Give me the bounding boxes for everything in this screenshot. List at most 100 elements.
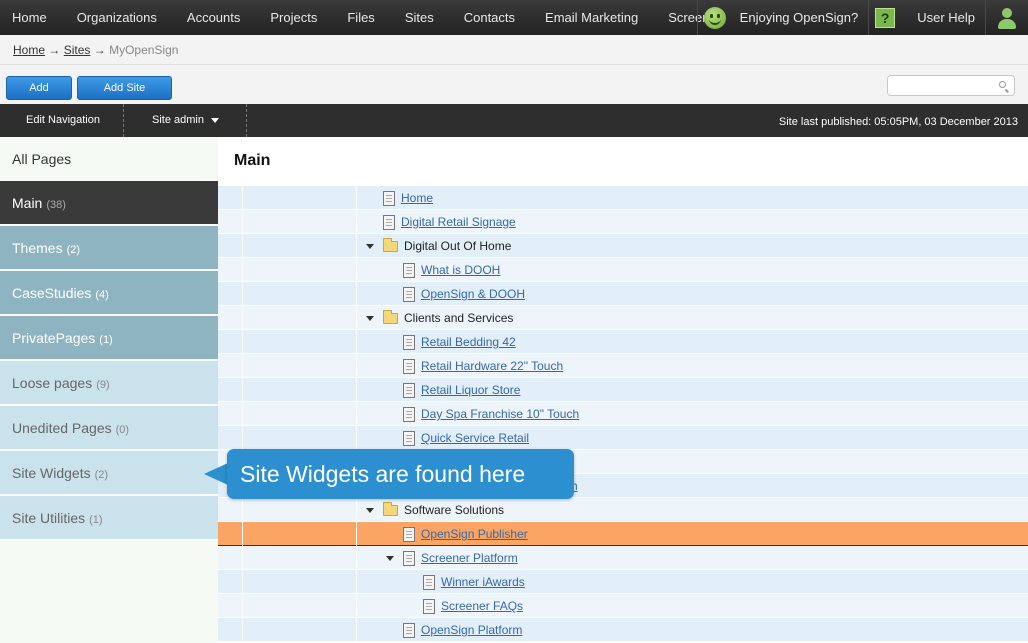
expand-triangle-icon[interactable]	[366, 507, 374, 513]
sidebar-item-all-pages[interactable]: All Pages	[0, 137, 218, 181]
breadcrumb-sites[interactable]: Sites	[64, 43, 91, 57]
page-link[interactable]: Screener Platform	[421, 551, 518, 565]
sidebar-item-site-widgets[interactable]: Site Widgets (2)	[0, 451, 218, 495]
sidebar-item-label: Unedited Pages	[12, 420, 112, 436]
tree-row[interactable]: OpenSign & DOOH	[218, 282, 1028, 306]
folder-label[interactable]: Software Solutions	[404, 503, 504, 517]
tree-row[interactable]: Winner iAwards	[218, 570, 1028, 594]
user-help-link[interactable]: User Help	[901, 0, 985, 35]
tree-guide-line	[356, 402, 357, 426]
tree-guide-line	[356, 258, 357, 282]
nav-home[interactable]: Home	[0, 0, 62, 35]
sidebar-item-site-utilities[interactable]: Site Utilities (1)	[0, 496, 218, 540]
tree-row-content: OpenSign Publisher	[403, 522, 528, 546]
tree-row-content: Retail Liquor Store	[403, 378, 520, 402]
search-input[interactable]	[888, 76, 996, 95]
tree-row[interactable]: Screener Platform	[218, 546, 1028, 570]
sidebar-item-main[interactable]: Main (38)	[0, 181, 218, 225]
tree-row[interactable]: Home	[218, 186, 1028, 210]
tree-row-content: Screener Platform	[386, 546, 518, 570]
tree-row[interactable]: Clients and Services	[218, 306, 1028, 330]
tree-row[interactable]: Retail Liquor Store	[218, 378, 1028, 402]
tree-row[interactable]: Day Spa Franchise 10" Touch	[218, 402, 1028, 426]
page-link[interactable]: OpenSign Platform	[421, 623, 522, 637]
site-admin-label: Site admin	[152, 114, 204, 126]
tree-row[interactable]: What is DOOH	[218, 258, 1028, 282]
page-icon	[423, 574, 435, 590]
sidebar-item-count: (9)	[96, 379, 110, 391]
page-icon	[403, 334, 415, 350]
expand-triangle-icon[interactable]	[386, 555, 394, 561]
tree-row[interactable]: Retail Hardware 22" Touch	[218, 354, 1028, 378]
expand-triangle-icon[interactable]	[366, 315, 374, 321]
action-bar: Add Page Add Site Widget	[0, 65, 1028, 116]
page-link[interactable]: OpenSign & DOOH	[421, 287, 525, 301]
sidebar-item-privatepages[interactable]: PrivatePages (1)	[0, 316, 218, 360]
expand-triangle-icon[interactable]	[366, 243, 374, 249]
sidebar-item-themes[interactable]: Themes (2)	[0, 226, 218, 270]
tree-row-content: Retail Bedding 42	[403, 330, 516, 354]
page-link[interactable]: OpenSign Publisher	[421, 527, 528, 541]
page-link[interactable]: Home	[401, 191, 433, 205]
sidebar-item-loose-pages[interactable]: Loose pages (9)	[0, 361, 218, 405]
feedback-link[interactable]: Enjoying OpenSign?	[732, 0, 869, 35]
nav-accounts[interactable]: Accounts	[172, 0, 255, 35]
sidebar-item-label: All Pages	[12, 151, 72, 167]
tree-guide-line	[356, 378, 357, 402]
search-icon[interactable]	[999, 81, 1006, 88]
page-icon	[403, 550, 415, 566]
page-link[interactable]: Digital Retail Signage	[401, 215, 516, 229]
nav-contacts[interactable]: Contacts	[449, 0, 530, 35]
search-box	[887, 75, 1015, 96]
tree-row[interactable]: OpenSign Publisher	[218, 522, 1028, 546]
nav-projects[interactable]: Projects	[255, 0, 332, 35]
tree-guide-line	[356, 330, 357, 354]
tree-row-content: Home	[383, 186, 433, 210]
site-admin-dropdown[interactable]: Site admin	[152, 104, 219, 137]
breadcrumb-current: MyOpenSign	[109, 43, 179, 57]
help-icon[interactable]: ?	[875, 7, 896, 28]
tree-row[interactable]: Screener FAQs	[218, 594, 1028, 618]
page-link[interactable]: Day Spa Franchise 10" Touch	[421, 407, 579, 421]
page-link[interactable]: Retail Hardware 22" Touch	[421, 359, 563, 373]
tree-row[interactable]: Digital Retail Signage	[218, 210, 1028, 234]
page-link[interactable]: Retail Bedding 42	[421, 335, 516, 349]
add-page-button[interactable]: Add Page	[6, 76, 72, 116]
sidebar-item-count: (0)	[115, 424, 130, 436]
sidebar-item-unedited-pages[interactable]: Unedited Pages (0)	[0, 406, 218, 450]
smiley-icon[interactable]	[703, 6, 726, 29]
nav-files[interactable]: Files	[332, 0, 389, 35]
tree-row[interactable]: Retail Bedding 42	[218, 330, 1028, 354]
page-link[interactable]: Winner iAwards	[441, 575, 525, 589]
last-published-text: Site last published: 05:05PM, 03 Decembe…	[778, 116, 1018, 128]
sidebar: All Pages Main (38) Themes (2) CaseStudies…	[0, 137, 218, 643]
folder-label[interactable]: Digital Out Of Home	[404, 239, 511, 253]
folder-label[interactable]: Clients and Services	[404, 311, 513, 325]
edit-navigation-button[interactable]: Edit Navigation	[26, 104, 100, 137]
nav-organizations[interactable]: Organizations	[62, 0, 172, 35]
nav-email-marketing[interactable]: Email Marketing	[530, 0, 653, 35]
tree-row[interactable]: OpenSign Platform	[218, 618, 1028, 642]
page-icon	[423, 598, 435, 614]
tree-row-content: OpenSign & DOOH	[403, 282, 525, 306]
add-site-widget-button[interactable]: Add Site Widget	[77, 76, 172, 116]
nav-separator	[985, 0, 986, 35]
tree-row[interactable]: Software Solutions	[218, 498, 1028, 522]
tree-row[interactable]: Quick Service Retail	[218, 426, 1028, 450]
sidebar-item-label: Loose pages	[12, 375, 93, 391]
tree-row-content: OpenSign Platform	[403, 618, 522, 642]
sidebar-item-count: (4)	[95, 289, 109, 301]
page-link[interactable]: Quick Service Retail	[421, 431, 529, 445]
nav-sites[interactable]: Sites	[390, 0, 449, 35]
user-icon[interactable]	[994, 5, 1020, 31]
tree-row[interactable]: Digital Out Of Home	[218, 234, 1028, 258]
breadcrumb-home[interactable]: Home	[13, 43, 45, 57]
tree-guide-line	[242, 354, 243, 378]
callout-arrow	[204, 463, 228, 485]
page-title: Main	[234, 152, 271, 169]
main-panel: Main Home Digital Retail Signage Digital O…	[218, 137, 1028, 643]
sidebar-item-casestudies[interactable]: CaseStudies (4)	[0, 271, 218, 315]
page-link[interactable]: Retail Liquor Store	[421, 383, 520, 397]
page-link[interactable]: Screener FAQs	[441, 599, 523, 613]
page-link[interactable]: What is DOOH	[421, 263, 500, 277]
